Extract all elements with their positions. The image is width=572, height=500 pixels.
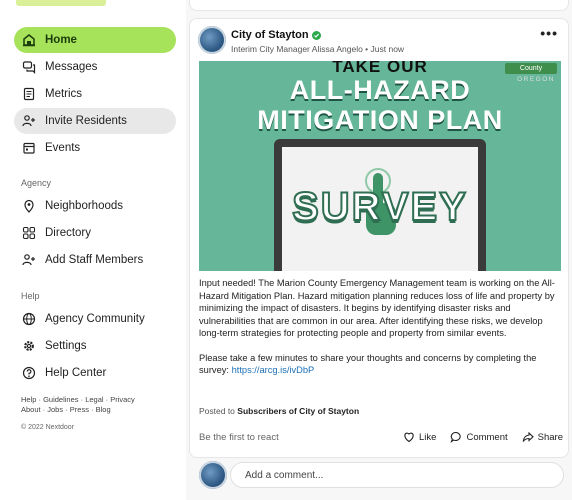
copyright: © 2022 Nextdoor — [21, 424, 75, 431]
sidebar-item-label: Invite Residents — [45, 115, 127, 127]
sidebar-item-messages[interactable]: Messages — [14, 54, 176, 80]
home-icon — [22, 33, 36, 47]
sidebar-item-label: Directory — [45, 227, 92, 239]
sidebar-item-home[interactable]: Home — [14, 27, 176, 53]
sidebar-item-invite-residents[interactable]: Invite Residents — [14, 108, 176, 134]
county-logo-sub: OREGON — [517, 76, 555, 83]
feed: City of Stayton Interim City Manager Ali… — [186, 0, 572, 500]
reaction-bar: Be the first to react Like Comment Share — [199, 429, 563, 445]
comment-bubble-icon — [450, 431, 462, 443]
sidebar-item-label: Metrics — [45, 88, 83, 100]
share-arrow-icon — [522, 431, 534, 442]
calendar-icon — [22, 141, 36, 155]
sidebar-item-neighborhoods[interactable]: Neighborhoods — [14, 193, 176, 219]
image-title-line2: MITIGATION PLAN — [257, 105, 503, 135]
section-label-agency: Agency — [21, 178, 52, 188]
sidebar-item-metrics[interactable]: Metrics — [14, 81, 176, 107]
location-pin-icon — [22, 199, 36, 213]
sidebar-item-label: Add Staff Members — [45, 254, 144, 266]
heart-icon — [404, 432, 414, 443]
footer-links-line1[interactable]: Help · Guidelines · Legal · Privacy — [21, 395, 135, 405]
author-name[interactable]: City of Stayton — [231, 29, 309, 41]
posted-prefix: Posted to — [199, 406, 235, 416]
post-paragraph-1: Input needed! The Marion County Emergenc… — [199, 278, 555, 338]
post-subline: Interim City Manager Alissa Angelo • Jus… — [231, 44, 405, 54]
survey-link[interactable]: https://arcg.is/ivDbP — [232, 365, 315, 375]
sidebar-item-directory[interactable]: Directory — [14, 220, 176, 246]
post-card: City of Stayton Interim City Manager Ali… — [189, 18, 569, 458]
section-label-help: Help — [21, 291, 40, 301]
previous-post-card — [189, 0, 569, 11]
county-logo: County OREGON — [505, 63, 557, 85]
footer-links-line2[interactable]: About · Jobs · Press · Blog — [21, 405, 111, 415]
sidebar-item-agency-community[interactable]: Agency Community — [14, 306, 176, 332]
comment-composer: Add a comment... — [189, 460, 567, 492]
sidebar-item-events[interactable]: Events — [14, 135, 176, 161]
county-logo-text: County — [505, 63, 557, 74]
posted-to: Posted to Subscribers of City of Stayton — [199, 406, 359, 416]
verified-icon — [311, 30, 321, 40]
people-plus-icon — [22, 114, 36, 128]
sidebar-item-add-staff-members[interactable]: Add Staff Members — [14, 247, 176, 273]
sidebar-item-help-center[interactable]: Help Center — [14, 360, 176, 386]
sidebar-item-label: Messages — [45, 61, 98, 73]
people-plus-icon — [22, 253, 36, 267]
survey-text: SURVEY — [291, 184, 468, 230]
grid-icon — [22, 226, 36, 240]
document-icon — [22, 87, 36, 101]
question-icon — [22, 366, 36, 380]
like-button[interactable]: Like — [403, 431, 436, 443]
like-label: Like — [419, 431, 437, 443]
sidebar-item-label: Home — [45, 34, 77, 46]
comment-label: Comment — [466, 431, 508, 443]
share-button[interactable]: Share — [522, 431, 563, 443]
laptop-illustration: SURVEY — [274, 139, 486, 271]
sidebar-item-label: Help Center — [45, 367, 107, 379]
post-body: Input needed! The Marion County Emergenc… — [199, 277, 563, 377]
gear-icon — [22, 339, 36, 353]
posted-audience[interactable]: Subscribers of City of Stayton — [237, 406, 359, 416]
laptop-screen: SURVEY — [282, 147, 478, 271]
post-author[interactable]: City of Stayton — [231, 29, 321, 41]
sidebar-item-label: Agency Community — [45, 313, 145, 325]
post-image[interactable]: TAKE OUR ALL-HAZARD MITIGATION PLAN Coun… — [199, 61, 561, 271]
post-paragraph-2: Please take a few minutes to share your … — [199, 352, 563, 377]
author-avatar[interactable] — [198, 26, 226, 54]
comment-input[interactable]: Add a comment... — [230, 462, 564, 488]
share-label: Share — [537, 431, 563, 443]
globe-icon — [22, 312, 36, 326]
chat-bubbles-icon — [22, 60, 36, 74]
sidebar-item-label: Events — [45, 142, 81, 154]
sidebar-item-label: Settings — [45, 340, 87, 352]
sidebar-item-label: Neighborhoods — [45, 200, 124, 212]
sidebar-item-settings[interactable]: Settings — [14, 333, 176, 359]
first-to-react: Be the first to react — [199, 431, 279, 443]
more-options-icon[interactable]: ••• — [540, 25, 558, 41]
nextdoor-logo[interactable] — [16, 0, 106, 6]
commenter-avatar — [199, 461, 227, 489]
sidebar: Home Messages Metrics Invite Residents E… — [0, 0, 186, 500]
comment-button[interactable]: Comment — [450, 431, 508, 443]
